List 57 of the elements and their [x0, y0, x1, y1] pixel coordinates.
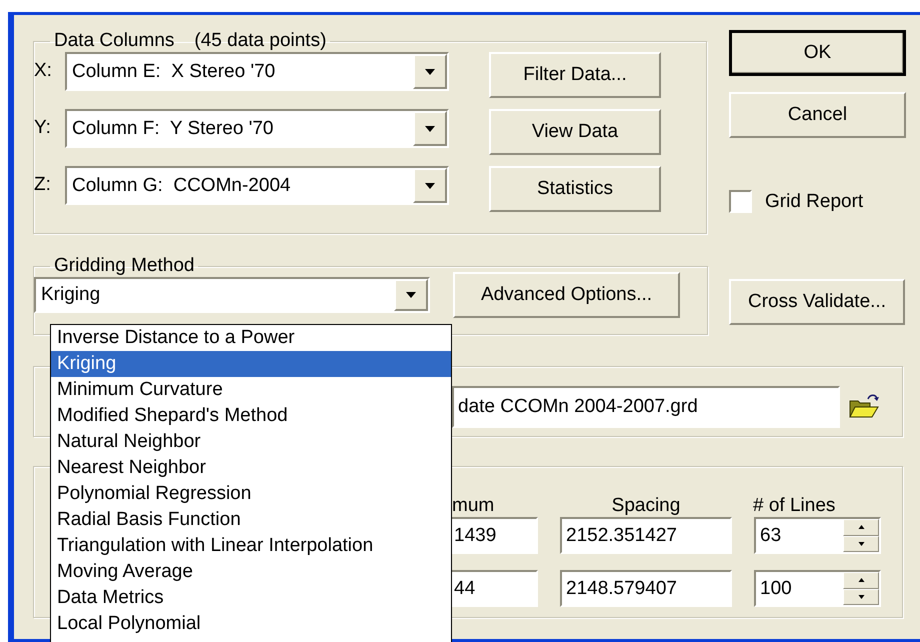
checkbox[interactable] [729, 190, 752, 213]
list-option[interactable]: Inverse Distance to a Power [51, 325, 451, 351]
spin-button[interactable] [843, 519, 879, 536]
spin-field[interactable]: 100 [754, 570, 881, 607]
number-field[interactable]: 44 [452, 570, 538, 607]
action-button[interactable]: View Data [489, 109, 661, 155]
dropdown[interactable]: Column G: CCOMn-2004 [65, 166, 449, 205]
caret-icon [406, 292, 416, 298]
ok-button[interactable]: OK [729, 30, 906, 76]
checkbox-label[interactable]: Grid Report [765, 190, 864, 212]
spin-button[interactable] [843, 588, 879, 605]
dropdown[interactable]: Column F: Y Stereo '70 [65, 109, 449, 148]
point-count: (45 data points) [194, 30, 326, 51]
list-option[interactable]: Nearest Neighbor [51, 455, 451, 481]
dropdown-button[interactable] [413, 54, 447, 89]
number-field[interactable]: 1439 [452, 517, 538, 554]
dropdown-button[interactable] [394, 279, 428, 311]
dropdown[interactable]: Column E: X Stereo '70 [65, 52, 449, 91]
column-header: mum [452, 495, 496, 517]
axis-label: Y: [34, 116, 52, 140]
group-title: Gridding Method [54, 255, 194, 276]
dropdown-button[interactable] [413, 111, 447, 146]
list-option[interactable]: Polynomial Regression [51, 481, 451, 507]
list-option[interactable]: Radial Basis Function [51, 507, 451, 533]
spin-field[interactable]: 63 [754, 517, 881, 554]
file-path-field[interactable]: date CCOMn 2004-2007.grd [452, 386, 840, 428]
column-header: Spacing [610, 495, 682, 517]
caret-icon [858, 525, 864, 530]
list-option[interactable]: Local Polynomial [51, 611, 451, 637]
list-option[interactable]: Natural Neighbor [51, 429, 451, 455]
group-title: Data Columns [54, 30, 174, 51]
caret-icon [858, 542, 864, 546]
spin-button[interactable] [843, 572, 879, 588]
list-option[interactable]: Triangulation with Linear Interpolation [51, 533, 451, 559]
column-header: # of Lines [753, 495, 836, 517]
dropdown-button[interactable] [413, 168, 447, 203]
spin-button[interactable] [843, 536, 879, 552]
dropdown[interactable]: Kriging [34, 277, 430, 313]
number-field[interactable]: 2148.579407 [560, 570, 732, 607]
number-field[interactable]: 2152.351427 [560, 517, 732, 554]
list-option[interactable]: Kriging [51, 351, 451, 377]
list-option[interactable]: Data Metrics [51, 585, 451, 611]
cross-validate-button[interactable]: Cross Validate... [729, 279, 905, 325]
action-button[interactable]: Statistics [489, 166, 661, 212]
caret-icon [425, 126, 435, 132]
axis-label: X: [34, 59, 53, 83]
advanced-options-button[interactable]: Advanced Options... [453, 272, 680, 318]
list-option[interactable]: Moving Average [51, 559, 451, 585]
cancel-button[interactable]: Cancel [729, 92, 906, 138]
caret-icon [425, 182, 435, 188]
caret-icon [858, 578, 864, 582]
caret-icon [425, 68, 435, 74]
action-button[interactable]: Filter Data... [489, 52, 661, 98]
list-option[interactable]: Minimum Curvature [51, 377, 451, 403]
list-option[interactable]: Modified Shepard's Method [51, 403, 451, 429]
axis-label: Z: [34, 173, 52, 197]
caret-icon [858, 594, 864, 599]
